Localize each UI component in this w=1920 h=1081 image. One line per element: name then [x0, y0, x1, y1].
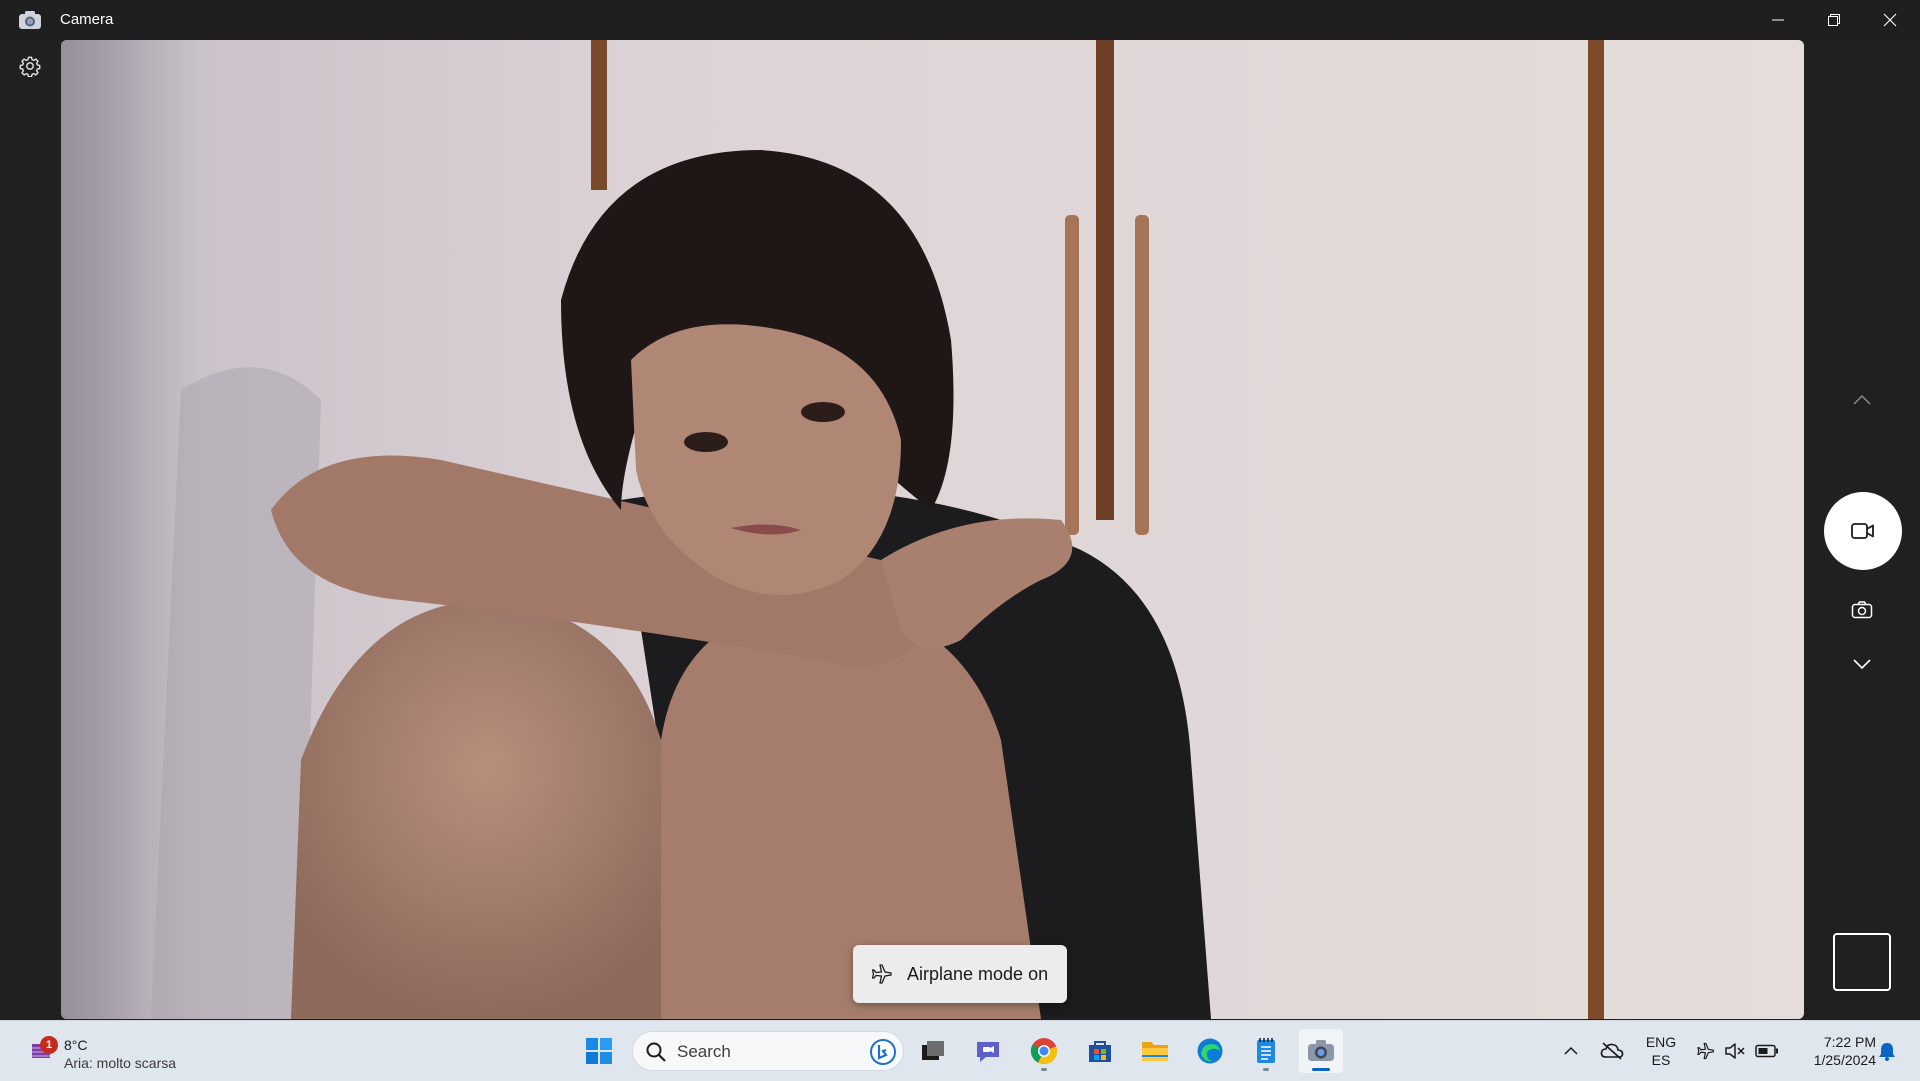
battery-status[interactable]: [1752, 1021, 1782, 1081]
weather-temperature: 8°C: [64, 1037, 88, 1053]
running-indicator: [1041, 1068, 1047, 1071]
search-icon: [646, 1042, 666, 1062]
teams-chat-button[interactable]: [966, 1029, 1010, 1073]
bing-icon[interactable]: [869, 1038, 897, 1066]
camera-app-icon: [18, 9, 42, 31]
battery-icon: [1755, 1044, 1778, 1058]
edge-icon: [1197, 1038, 1223, 1064]
onedrive-status[interactable]: [1596, 1021, 1628, 1081]
task-view-icon: [922, 1041, 944, 1060]
video-camera-icon: [1851, 523, 1874, 539]
window-title: Camera: [60, 11, 114, 28]
settings-button[interactable]: [14, 50, 46, 82]
clock[interactable]: 7:22 PM 1/25/2024: [1786, 1033, 1876, 1069]
file-explorer-button[interactable]: [1133, 1029, 1177, 1073]
chrome-icon: [1030, 1038, 1057, 1064]
language-code: ENG: [1645, 1034, 1677, 1050]
camera-preview: [61, 40, 1804, 1019]
video-record-button[interactable]: [1824, 492, 1902, 570]
airplane-icon: [1697, 1042, 1714, 1060]
volume-muted-icon: [1725, 1043, 1745, 1059]
file-explorer-icon: [1142, 1042, 1168, 1061]
teams-chat-icon: [977, 1042, 999, 1062]
start-button[interactable]: [577, 1029, 621, 1073]
bell-icon: [1879, 1043, 1895, 1061]
notification-badge: 1: [40, 1036, 58, 1054]
notepad-icon: [1257, 1038, 1275, 1063]
chevron-down-icon: [1853, 659, 1871, 670]
notifications-button[interactable]: [1872, 1021, 1902, 1081]
airplane-mode-toast: Airplane mode on: [853, 945, 1067, 1003]
toast-message: Airplane mode on: [907, 963, 1049, 984]
chrome-button[interactable]: [1022, 1029, 1066, 1073]
search-placeholder: Search: [677, 1042, 731, 1061]
store-icon: [1089, 1041, 1111, 1062]
chevron-up-icon: [1564, 1046, 1578, 1055]
gear-icon: [19, 56, 41, 77]
airplane-icon: [871, 964, 892, 984]
edge-button[interactable]: [1188, 1029, 1232, 1073]
taskbar: 1 8°C Aria: molto scarsa Search ENG ES 7…: [0, 1020, 1920, 1081]
show-hidden-icons-button[interactable]: [1556, 1021, 1586, 1081]
notepad-button[interactable]: [1244, 1029, 1288, 1073]
cloud-offline-icon: [1600, 1042, 1624, 1060]
keyboard-layout: ES: [1651, 1052, 1671, 1068]
gallery-thumbnail-button[interactable]: [1833, 933, 1891, 991]
previous-mode-button[interactable]: [1842, 382, 1882, 418]
volume-status[interactable]: [1722, 1021, 1748, 1081]
windows-logo-icon: [586, 1038, 612, 1064]
taskbar-search-box[interactable]: Search: [632, 1031, 904, 1071]
minimize-icon: [1772, 19, 1784, 21]
camera-icon: [1308, 1040, 1334, 1061]
minimize-button[interactable]: [1750, 0, 1806, 40]
clock-time: 7:22 PM: [1823, 1034, 1876, 1050]
weather-widget[interactable]: 1 8°C Aria: molto scarsa: [22, 1029, 202, 1073]
active-indicator: [1312, 1068, 1330, 1071]
restore-button[interactable]: [1806, 0, 1862, 40]
camera-scene: [61, 40, 1804, 1019]
photo-camera-icon: [1851, 601, 1873, 619]
chevron-up-icon: [1853, 394, 1871, 405]
restore-icon: [1828, 14, 1840, 26]
title-bar: Camera: [0, 0, 1920, 40]
task-view-button[interactable]: [911, 1029, 955, 1073]
microsoft-store-button[interactable]: [1078, 1029, 1122, 1073]
running-indicator: [1263, 1068, 1269, 1071]
close-button[interactable]: [1862, 0, 1918, 40]
close-icon: [1883, 13, 1897, 27]
input-language-indicator[interactable]: ENG ES: [1641, 1033, 1681, 1069]
airplane-mode-status[interactable]: [1692, 1021, 1718, 1081]
weather-description: Aria: molto scarsa: [64, 1055, 177, 1071]
clock-date: 1/25/2024: [1813, 1052, 1876, 1068]
camera-taskbar-button[interactable]: [1299, 1029, 1343, 1073]
next-mode-button[interactable]: [1842, 646, 1882, 682]
photo-mode-button[interactable]: [1842, 592, 1882, 628]
